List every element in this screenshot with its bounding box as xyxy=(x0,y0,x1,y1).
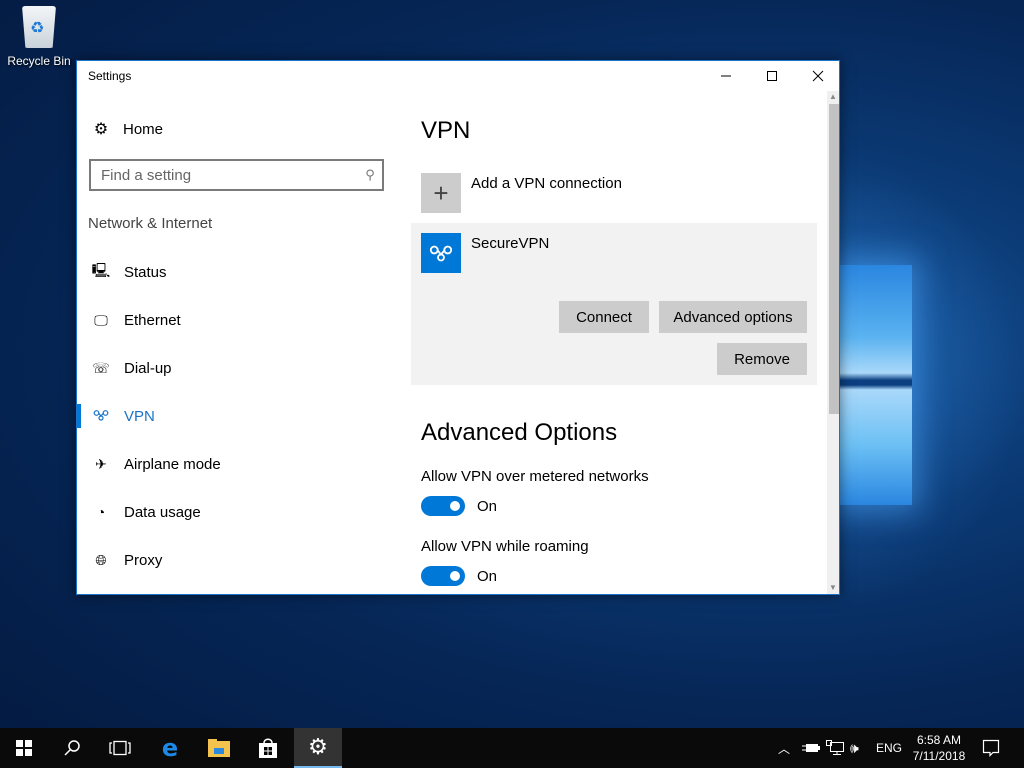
nav-item-vpn[interactable]: VPN xyxy=(77,396,397,436)
close-button[interactable] xyxy=(795,61,841,91)
nav-item-label: Proxy xyxy=(124,551,163,569)
window-title: Settings xyxy=(88,69,132,83)
nav-item-label: Airplane mode xyxy=(124,455,221,473)
search-box[interactable]: ⚲ xyxy=(89,159,384,191)
search-icon[interactable]: ⚲ xyxy=(358,167,382,183)
toggle-state: On xyxy=(477,497,498,515)
scroll-up-icon[interactable]: ▲ xyxy=(827,91,839,103)
airplane-icon: ✈ xyxy=(95,455,107,472)
title-bar[interactable]: Settings xyxy=(77,61,839,91)
nav-item-dial-up[interactable]: ☏ Dial-up xyxy=(77,348,397,388)
nav-item-ethernet[interactable]: 🖵 Ethernet xyxy=(77,300,397,340)
scroll-down-icon[interactable]: ▼ xyxy=(827,582,839,594)
close-icon xyxy=(812,70,824,82)
roaming-toggle[interactable]: On xyxy=(421,566,497,586)
edge-icon: e xyxy=(161,734,179,762)
proxy-globe-icon: 🌐︎ xyxy=(95,551,107,568)
recycle-bin-icon: ♻ xyxy=(22,6,56,48)
nav-group-title: Network & Internet xyxy=(88,215,213,232)
ethernet-icon: 🖵 xyxy=(94,311,108,328)
metered-networks-label: Allow VPN over metered networks xyxy=(421,468,649,485)
nav-item-proxy[interactable]: 🌐︎ Proxy xyxy=(77,540,397,580)
store-icon xyxy=(259,738,277,758)
navigation-pane: ⚙ Home ⚲ Network & Internet 🖳 Status 🖵 E… xyxy=(77,91,397,594)
task-view-button[interactable] xyxy=(96,728,144,768)
network-ethernet-icon xyxy=(826,740,844,755)
toggle-state: On xyxy=(477,567,498,585)
data-usage-icon: ◔ xyxy=(96,504,106,520)
nav-item-data-usage[interactable]: ◔ Data usage xyxy=(77,492,397,532)
windows-logo-icon xyxy=(16,740,32,756)
content-pane: VPN + Add a VPN connection SecureVPN Con… xyxy=(397,91,827,594)
language-indicator[interactable]: ENG xyxy=(876,728,902,768)
gear-icon: ⚙ xyxy=(308,734,328,759)
start-button[interactable] xyxy=(0,728,48,768)
show-hidden-icons-button[interactable]: ︿ xyxy=(778,728,790,768)
add-vpn-connection-button[interactable]: + Add a VPN connection xyxy=(421,173,622,213)
battery-button[interactable] xyxy=(802,728,820,768)
network-button[interactable] xyxy=(826,728,844,768)
plus-icon: + xyxy=(421,173,461,213)
remove-button[interactable]: Remove xyxy=(717,343,807,375)
wallpaper-windows-logo xyxy=(840,265,912,505)
taskbar: e ⚙ ︿ 🕪︎ ENG 6:58 AM 7/11/2018 xyxy=(0,728,1024,768)
volume-button[interactable]: 🕪︎ xyxy=(850,728,859,768)
nav-item-label: Dial-up xyxy=(124,359,172,377)
minimize-button[interactable] xyxy=(703,61,749,91)
toggle-switch[interactable] xyxy=(421,496,465,516)
search-icon xyxy=(64,740,80,756)
file-explorer-taskbar-button[interactable] xyxy=(195,728,243,768)
scrollbar-thumb[interactable] xyxy=(829,104,839,414)
maximize-button[interactable] xyxy=(749,61,795,91)
notification-icon xyxy=(982,739,1000,757)
nav-item-label: Ethernet xyxy=(124,311,181,329)
edge-taskbar-button[interactable]: e xyxy=(146,728,194,768)
add-vpn-connection-label: Add a VPN connection xyxy=(471,175,622,192)
task-view-icon xyxy=(109,740,131,756)
chevron-up-icon: ︿ xyxy=(778,741,791,756)
advanced-options-button[interactable]: Advanced options xyxy=(659,301,807,333)
settings-window: Settings ⚙ Home ⚲ Network & Internet 🖳 S… xyxy=(76,60,840,595)
toggle-knob xyxy=(450,501,460,511)
roaming-label: Allow VPN while roaming xyxy=(421,538,589,555)
toggle-switch[interactable] xyxy=(421,566,465,586)
clock-time: 6:58 AM xyxy=(916,733,962,747)
desktop-icon-recycle-bin[interactable]: ♻ Recycle Bin xyxy=(4,6,74,68)
vpn-connection-icon xyxy=(421,233,461,273)
vpn-connection-name: SecureVPN xyxy=(471,235,550,252)
nav-item-label: VPN xyxy=(124,407,155,425)
nav-item-status[interactable]: 🖳 Status xyxy=(77,252,397,292)
vpn-icon xyxy=(91,408,111,424)
minimize-icon xyxy=(721,75,731,77)
advanced-options-heading: Advanced Options xyxy=(421,419,618,446)
scrollbar[interactable]: ▲ ▼ xyxy=(827,91,839,594)
language-label: ENG xyxy=(876,741,903,755)
page-title: VPN xyxy=(421,117,471,144)
speaker-icon: 🕪︎ xyxy=(850,739,859,756)
settings-taskbar-button[interactable]: ⚙ xyxy=(294,728,342,768)
connect-button[interactable]: Connect xyxy=(559,301,649,333)
search-taskbar-button[interactable] xyxy=(48,728,96,768)
action-center-button[interactable] xyxy=(982,728,1000,768)
nav-item-label: Data usage xyxy=(124,503,201,521)
nav-home[interactable]: ⚙ Home xyxy=(91,119,163,139)
clock-date: 7/11/2018 xyxy=(912,749,966,763)
gear-icon: ⚙ xyxy=(93,121,109,138)
dialup-phone-icon: ☏ xyxy=(92,359,110,376)
nav-item-label: Status xyxy=(124,263,167,281)
search-input[interactable] xyxy=(101,166,358,184)
toggle-knob xyxy=(450,571,460,581)
clock[interactable]: 6:58 AM 7/11/2018 xyxy=(906,732,972,764)
maximize-icon xyxy=(767,71,777,81)
desktop-icon-label: Recycle Bin xyxy=(7,54,71,68)
nav-item-airplane-mode[interactable]: ✈ Airplane mode xyxy=(77,444,397,484)
status-globe-icon: 🖳 xyxy=(91,262,111,278)
metered-networks-toggle[interactable]: On xyxy=(421,496,497,516)
file-explorer-icon xyxy=(208,739,230,757)
store-taskbar-button[interactable] xyxy=(244,728,292,768)
nav-home-label: Home xyxy=(123,120,164,138)
vpn-connection-item[interactable]: SecureVPN Connect Advanced options Remov… xyxy=(411,223,817,385)
battery-icon xyxy=(802,744,820,752)
